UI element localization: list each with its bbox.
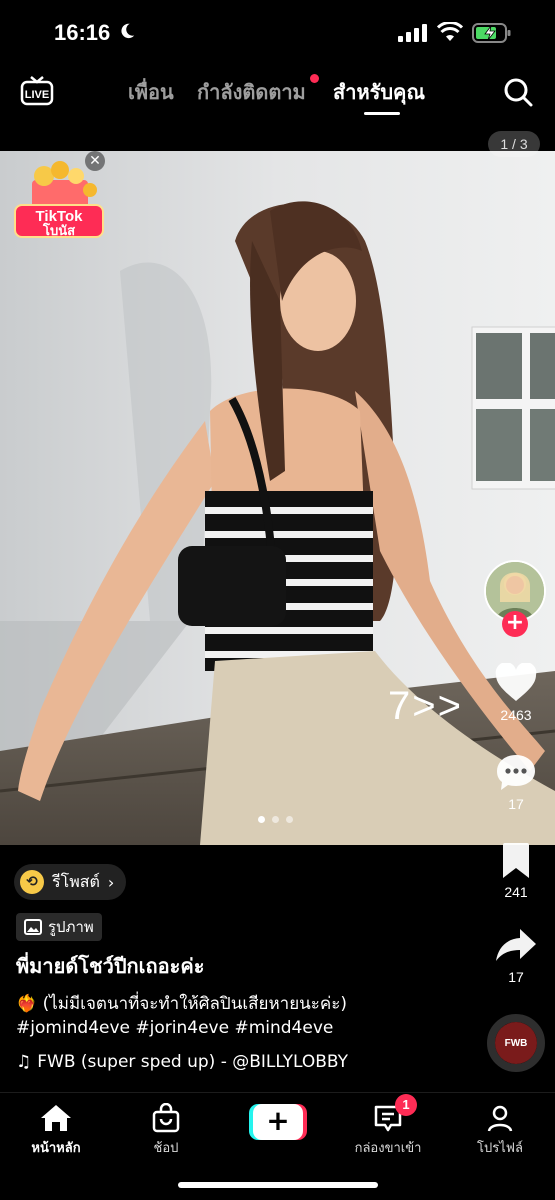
- shopping-bag-icon: [152, 1103, 180, 1133]
- live-icon[interactable]: LIVE: [20, 76, 54, 106]
- music-disc-label: FWB: [495, 1022, 537, 1064]
- comment-icon: [497, 755, 535, 790]
- repost-chip[interactable]: ⟲ รีโพสต์ ›: [14, 864, 127, 900]
- status-time: 16:16: [54, 20, 111, 45]
- music-info[interactable]: ♫ FWB (super sped up) - @BILLYLOBBY: [16, 1052, 348, 1072]
- post-hashtags[interactable]: #jomind4eve #jorin4eve #mind4eve: [16, 1018, 333, 1038]
- top-nav: LIVE เพื่อน กำลังติดตาม สำหรับคุณ: [0, 64, 555, 124]
- heart-icon: [495, 663, 537, 701]
- image-icon: [24, 919, 42, 935]
- save-button[interactable]: 241: [481, 842, 551, 900]
- image-page-counter: 1 / 3: [488, 131, 540, 157]
- music-note-icon: ♫: [16, 1052, 32, 1072]
- moon-icon: [121, 23, 135, 39]
- plus-icon: +: [253, 1104, 303, 1140]
- comment-count: 17: [508, 796, 524, 812]
- nav-inbox[interactable]: กล่องขาเข้า: [340, 1103, 436, 1158]
- bonus-line1: TikTok: [35, 208, 83, 225]
- chevron-right-icon: ›: [107, 872, 115, 892]
- share-count: 17: [508, 969, 524, 985]
- carousel-dot: [272, 816, 279, 823]
- share-button[interactable]: 17: [481, 927, 551, 985]
- battery-charging-icon: [472, 23, 511, 43]
- status-bar: 16:16: [0, 0, 555, 64]
- nav-home-label: หน้าหลัก: [31, 1141, 81, 1156]
- carousel-dot-active: [258, 816, 265, 823]
- active-tab-indicator: [364, 112, 400, 115]
- save-count: 241: [504, 884, 528, 900]
- nav-shop[interactable]: ช้อป: [118, 1103, 214, 1158]
- cellular-signal-icon: [398, 24, 427, 42]
- search-icon[interactable]: [502, 76, 534, 108]
- inbox-notification-badge: 1: [395, 1094, 417, 1116]
- photo-badge-label: รูปภาพ: [48, 918, 94, 936]
- photo-illustration: [0, 151, 555, 845]
- close-icon[interactable]: ✕: [85, 151, 105, 171]
- bonus-line2: โบนัส: [42, 223, 76, 238]
- profile-icon: [487, 1105, 513, 1132]
- follow-plus-button[interactable]: +: [502, 611, 528, 637]
- svg-text:LIVE: LIVE: [25, 89, 49, 101]
- like-button[interactable]: 2463: [481, 663, 551, 723]
- tab-following[interactable]: กำลังติดตาม: [197, 76, 306, 108]
- bookmark-icon: [503, 843, 529, 878]
- post-photo[interactable]: [0, 151, 555, 845]
- share-arrow-icon: [496, 929, 536, 961]
- carousel-dot: [286, 816, 293, 823]
- nav-profile-label: โปรไฟล์: [477, 1141, 523, 1156]
- photo-type-badge: รูปภาพ: [16, 913, 102, 941]
- nav-home[interactable]: หน้าหลัก: [8, 1103, 104, 1158]
- nav-profile[interactable]: โปรไฟล์: [452, 1103, 548, 1158]
- music-disc-icon[interactable]: FWB: [487, 1014, 545, 1072]
- like-count: 2463: [500, 707, 532, 723]
- home-icon: [41, 1105, 71, 1131]
- music-title: FWB (super sped up) - @BILLYLOBBY: [37, 1052, 349, 1072]
- photo-overlay-text: 7>>: [388, 684, 463, 728]
- create-button[interactable]: +: [249, 1104, 307, 1140]
- carousel-dots: [258, 816, 293, 823]
- repost-icon: ⟲: [20, 870, 44, 894]
- nav-shop-label: ช้อป: [153, 1141, 179, 1156]
- home-indicator: [178, 1182, 378, 1188]
- tab-friends[interactable]: เพื่อน: [128, 76, 174, 108]
- post-description: ❤️‍🔥 (ไม่มีเจตนาที่จะทำให้ศิลปินเสียหายน…: [16, 994, 348, 1014]
- wifi-icon: [437, 22, 463, 41]
- nav-inbox-label: กล่องขาเข้า: [354, 1141, 422, 1156]
- tiktok-bonus-badge[interactable]: TikTok โบนัส: [14, 204, 104, 238]
- post-title: พี่มายด์โชว์ปีกเถอะค่ะ: [16, 954, 205, 978]
- comment-button[interactable]: 17: [481, 752, 551, 812]
- repost-label: รีโพสต์: [52, 871, 100, 891]
- tab-for-you[interactable]: สำหรับคุณ: [333, 76, 425, 108]
- following-notification-dot: [310, 74, 319, 83]
